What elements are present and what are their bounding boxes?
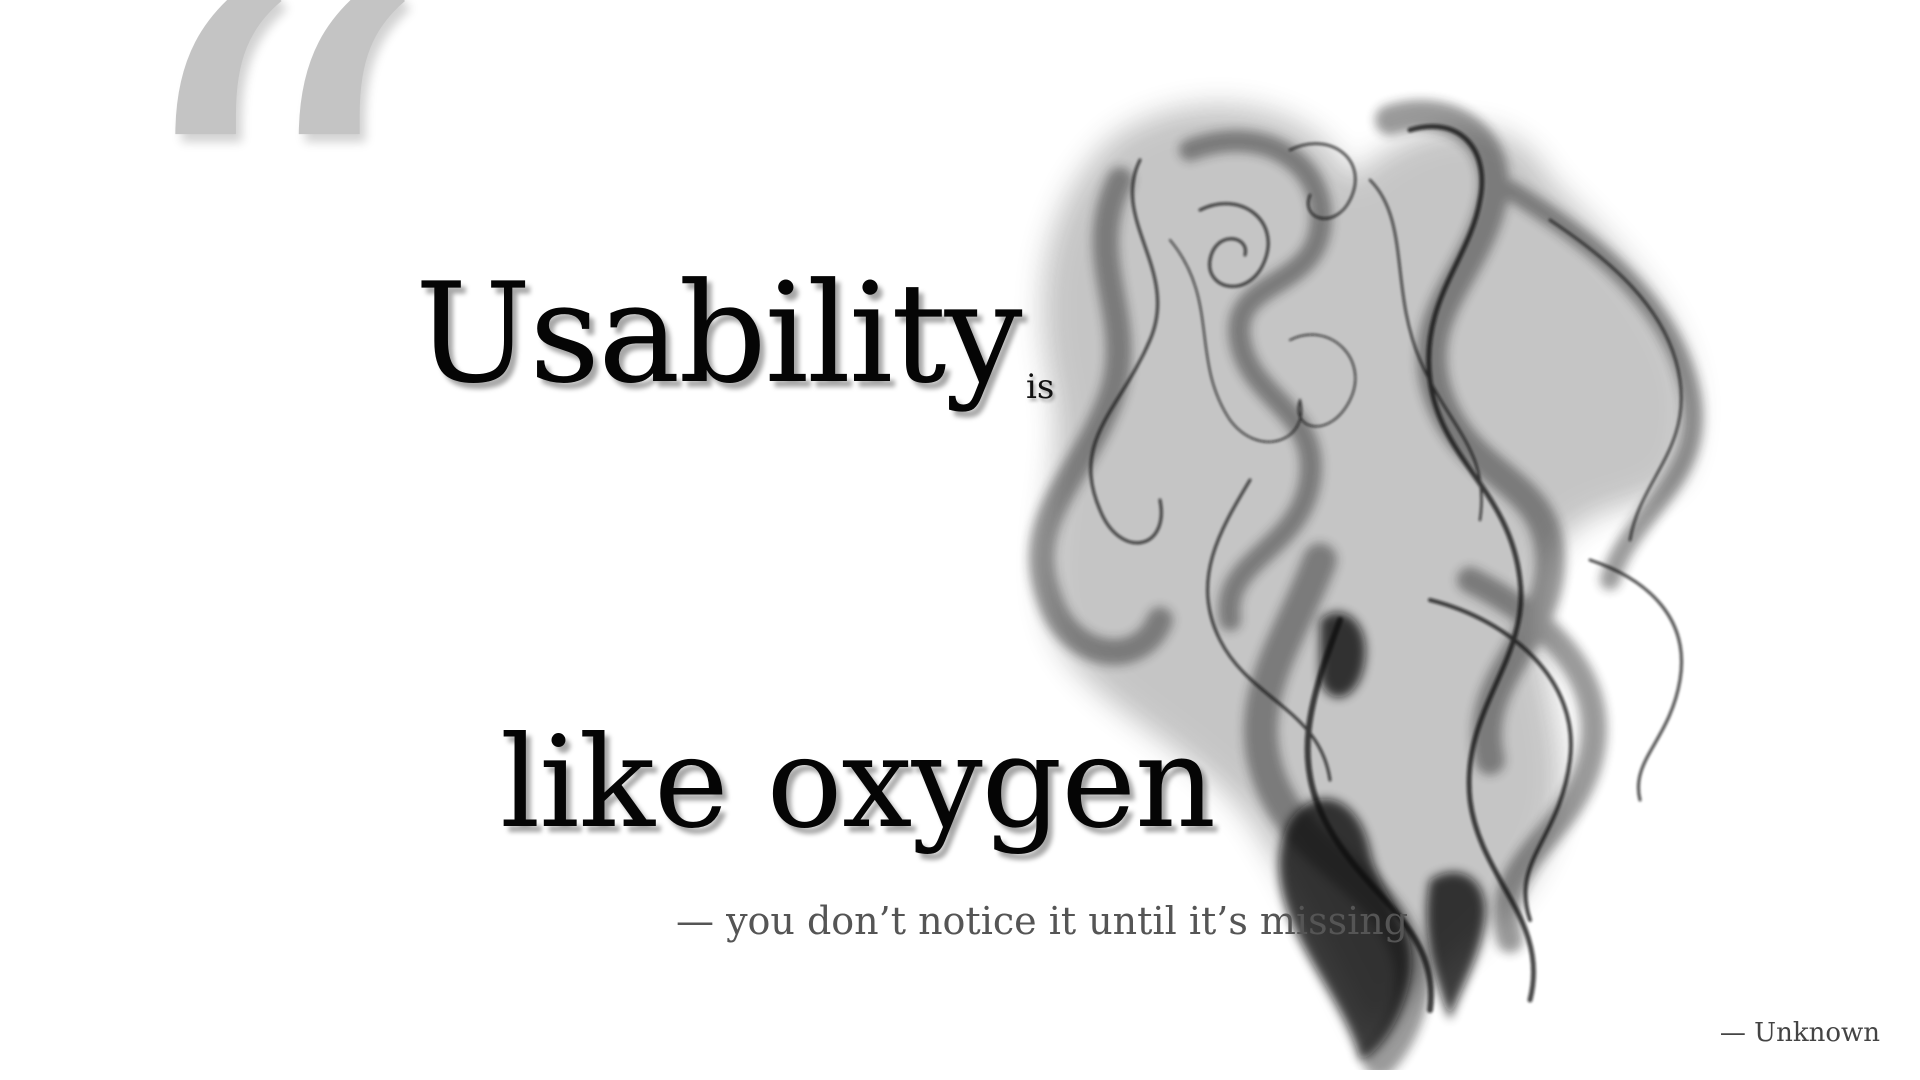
quotation-mark-icon: “ [110, 0, 438, 602]
quote-slide: “ Usability is like oxygen — you don’t n… [0, 0, 1920, 1080]
headline-usability: Usability [415, 253, 1023, 414]
headline-is: is [1026, 367, 1055, 407]
quote-tagline: — you don’t notice it until it’s missing [676, 899, 1409, 943]
headline-like-oxygen: like oxygen [500, 709, 1216, 856]
quote-attribution: — Unknown [1719, 1018, 1880, 1048]
